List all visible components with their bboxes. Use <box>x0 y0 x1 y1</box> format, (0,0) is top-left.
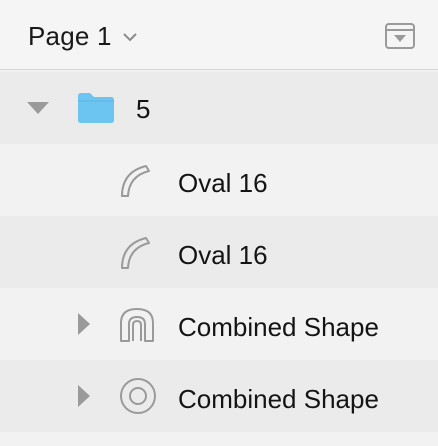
layer-label: Oval 16 <box>178 168 268 198</box>
page-selector[interactable]: Page 1 <box>28 16 138 56</box>
layer-row-group-5[interactable]: 5 <box>0 72 438 144</box>
layer-label: 5 <box>136 94 151 124</box>
panel-header: Page 1 <box>0 0 438 70</box>
combined-shape-arch-icon <box>118 306 156 349</box>
disclosure-expanded-icon[interactable] <box>26 100 49 120</box>
folder-icon <box>76 90 116 129</box>
layer-label: Combined Shape <box>178 384 379 414</box>
layer-label: Combined Shape <box>178 312 379 342</box>
page-title: Page 1 <box>28 20 112 51</box>
open-path-icon <box>116 162 156 205</box>
chevron-down-icon <box>122 30 138 42</box>
layer-row-oval-16[interactable]: Oval 16 <box>0 216 438 288</box>
layer-row-combined-shape[interactable]: Combined Shape <box>0 288 438 360</box>
open-path-icon <box>116 234 156 277</box>
layers-panel: Page 1 5 Oval 16 Oval 16 Combined Shape … <box>0 0 438 446</box>
layer-row-combined-shape[interactable]: Combined Shape <box>0 360 438 432</box>
layer-label: Oval 16 <box>178 240 268 270</box>
combined-shape-ring-icon <box>118 376 158 421</box>
disclosure-collapsed-icon[interactable] <box>76 312 96 335</box>
collapse-panel-icon[interactable] <box>384 22 416 50</box>
disclosure-collapsed-icon[interactable] <box>76 384 96 407</box>
layer-row-oval-16[interactable]: Oval 16 <box>0 144 438 216</box>
